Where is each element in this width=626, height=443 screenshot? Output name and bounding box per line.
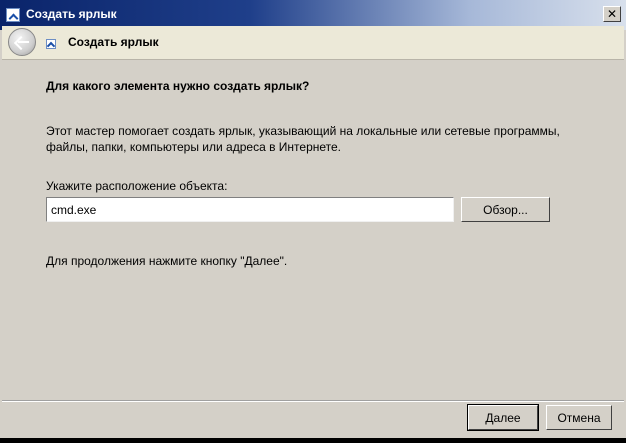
location-label: Укажите расположение объекта: [46,179,228,193]
bottom-edge [0,438,626,443]
close-button[interactable]: ✕ [603,6,621,22]
shortcut-icon [46,39,56,49]
continue-hint: Для продолжения нажмите кнопку "Далее". [46,254,288,268]
page-heading: Для какого элемента нужно создать ярлык? [46,79,310,93]
location-input[interactable] [46,197,454,222]
wizard-header: Создать ярлык [2,26,624,60]
cancel-button[interactable]: Отмена [546,405,612,430]
next-button[interactable]: Далее [468,405,538,430]
wizard-content: Для какого элемента нужно создать ярлык?… [2,60,624,400]
footer-divider [2,400,624,402]
create-shortcut-window: Создать ярлык ✕ Создать ярлык Для какого… [0,0,626,443]
shortcut-icon [6,8,20,22]
wizard-title: Создать ярлык [68,35,159,49]
back-arrow-icon[interactable] [8,28,36,56]
window-title: Создать ярлык [26,7,117,21]
browse-button[interactable]: Обзор... [461,197,550,222]
close-icon: ✕ [606,7,618,21]
wizard-description: Этот мастер помогает создать ярлык, указ… [46,124,560,154]
